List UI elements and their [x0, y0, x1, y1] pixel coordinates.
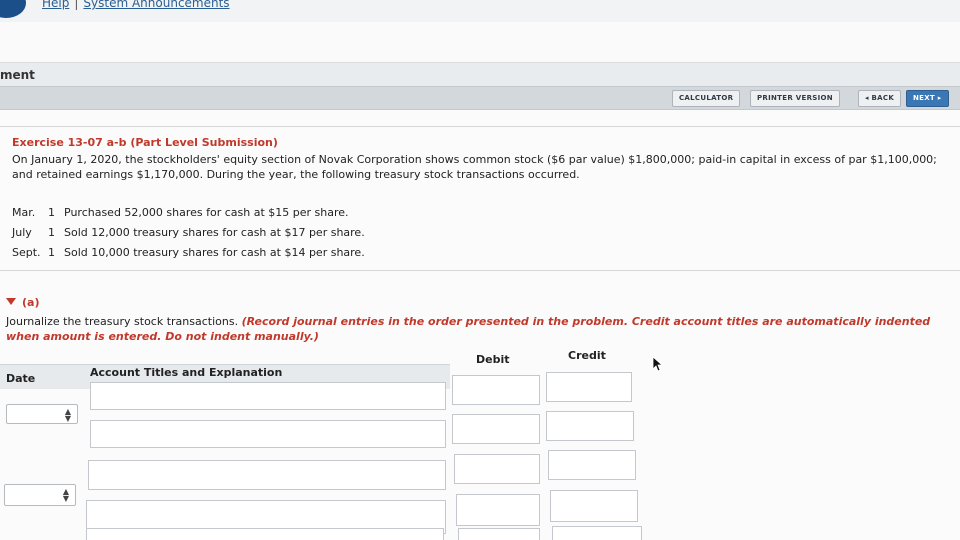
exercise-description: On January 1, 2020, the stockholders' eq…	[12, 153, 937, 181]
transaction-day: 1	[48, 206, 55, 219]
transaction-row: Sept. 1 Sold 10,000 treasury shares for ca…	[12, 246, 365, 259]
system-announcements-link[interactable]: System Announcements	[83, 0, 229, 10]
transaction-row: Mar. 1 Purchased 52,000 shares for cash at…	[12, 206, 349, 219]
printer-version-button[interactable]: PRINTER VERSION	[750, 90, 840, 107]
instruction-text: Journalize the treasury stock transactio…	[6, 315, 239, 328]
credit-input[interactable]	[552, 526, 642, 540]
top-links: Help | System Announcements	[42, 0, 230, 10]
debit-input[interactable]	[452, 414, 540, 444]
transaction-text: Sold 10,000 treasury shares for cash at …	[64, 246, 365, 259]
collapse-triangle-icon	[6, 298, 16, 305]
divider	[0, 270, 960, 271]
account-title-input[interactable]	[90, 420, 446, 448]
account-title-input[interactable]	[88, 460, 446, 490]
stepper-arrows-icon: ▲ ▼	[62, 487, 69, 503]
stepper-arrows-icon: ▲ ▼	[64, 407, 71, 423]
credit-input[interactable]	[546, 411, 634, 441]
debit-input[interactable]	[454, 454, 540, 484]
credit-input[interactable]	[548, 450, 636, 480]
part-instructions: Journalize the treasury stock transactio…	[6, 314, 956, 344]
transaction-month: July	[12, 226, 32, 239]
debit-input[interactable]	[456, 494, 540, 526]
account-title-input[interactable]	[90, 382, 446, 410]
date-column-header: Date	[6, 372, 36, 385]
assignment-toolbar: CALCULATOR PRINTER VERSION ◂ BACK NEXT ▸	[0, 86, 960, 110]
account-column-header: Account Titles and Explanation	[90, 366, 283, 379]
top-bar: Help | System Announcements	[0, 0, 960, 23]
mouse-pointer-icon	[652, 356, 664, 372]
transaction-day: 1	[48, 246, 55, 259]
part-label: (a)	[22, 296, 40, 309]
credit-column-header: Credit	[568, 349, 606, 362]
divider	[0, 126, 960, 127]
transaction-text: Sold 12,000 treasury shares for cash at …	[64, 226, 365, 239]
debit-input[interactable]	[458, 528, 540, 540]
help-link[interactable]: Help	[42, 0, 69, 10]
credit-input[interactable]	[546, 372, 632, 402]
transaction-month: Mar.	[12, 206, 36, 219]
date-select[interactable]: ▲ ▼	[4, 484, 76, 506]
account-title-input[interactable]	[86, 528, 444, 540]
transaction-row: July 1 Sold 12,000 treasury shares for cas…	[12, 226, 365, 239]
part-a-toggle[interactable]: (a)	[6, 296, 39, 309]
calculator-button[interactable]: CALCULATOR	[672, 90, 741, 107]
next-button[interactable]: NEXT ▸	[906, 90, 949, 107]
back-button[interactable]: ◂ BACK	[858, 90, 902, 107]
header-band	[0, 22, 960, 63]
logo	[0, 0, 26, 18]
credit-input[interactable]	[550, 490, 638, 522]
transaction-month: Sept.	[12, 246, 41, 259]
transaction-day: 1	[48, 226, 55, 239]
debit-input[interactable]	[452, 375, 540, 405]
transaction-text: Purchased 52,000 shares for cash at $15 …	[64, 206, 349, 219]
date-select[interactable]: ▲ ▼	[6, 404, 78, 424]
link-separator: |	[74, 0, 79, 10]
section-title: ment	[0, 68, 35, 82]
exercise-title: Exercise 13-07 a-b (Part Level Submissio…	[12, 136, 278, 149]
debit-column-header: Debit	[476, 353, 510, 366]
